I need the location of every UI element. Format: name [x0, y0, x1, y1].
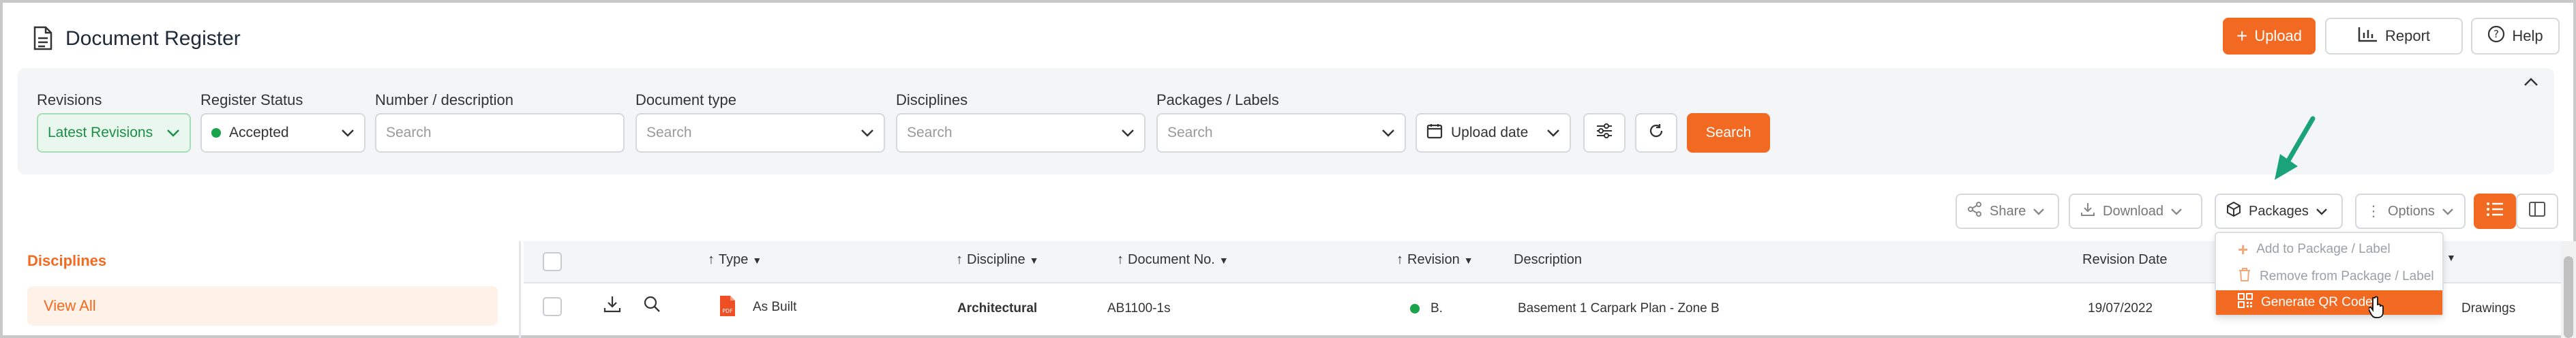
bar-chart-icon	[2358, 26, 2378, 46]
document-type-label: Document type	[635, 91, 736, 108]
download-button[interactable]: Download	[2069, 194, 2202, 229]
packages-button[interactable]: Packages	[2215, 194, 2343, 229]
column-discipline[interactable]: ↑ Discipline ▼	[956, 252, 1038, 268]
sort-arrow-icon: ↑	[1396, 252, 1403, 267]
calendar-icon	[1426, 123, 1443, 143]
menu-item-add-to-package[interactable]: + Add to Package / Label	[2216, 237, 2442, 262]
share-icon	[1966, 201, 1983, 221]
register-status-label: Register Status	[200, 91, 303, 108]
split-view-toggle[interactable]	[2516, 194, 2558, 229]
list-view-toggle[interactable]	[2474, 194, 2516, 229]
packages-labels-select[interactable]: Search	[1156, 113, 1406, 153]
list-icon	[2486, 202, 2504, 221]
column-revision-date[interactable]: Revision Date	[2082, 252, 2168, 268]
cell-description: Basement 1 Carpark Plan - Zone B	[1518, 301, 1720, 316]
pdf-file-icon: PDF	[719, 294, 736, 321]
collapse-icon[interactable]	[2523, 76, 2539, 91]
caret-down-icon: ▼	[1463, 254, 1473, 266]
refresh-icon	[1647, 122, 1665, 144]
caret-down-icon: ▼	[752, 254, 762, 266]
cell-revision-date: 19/07/2022	[2088, 301, 2153, 316]
number-description-label: Number / description	[375, 91, 513, 108]
column-revision[interactable]: ↑ Revision ▼	[1396, 252, 1473, 268]
trash-icon	[2238, 267, 2251, 286]
chevron-down-icon	[2442, 204, 2454, 219]
packages-dropdown-menu: + Add to Package / Label Remove from Pac…	[2215, 232, 2444, 316]
chevron-down-icon	[2316, 204, 2328, 219]
revision-status-dot-icon	[1410, 304, 1420, 313]
caret-down-icon: ▼	[2446, 252, 2456, 263]
svg-text:PDF: PDF	[722, 308, 733, 314]
split-panel-icon	[2528, 201, 2546, 221]
advanced-filters-button[interactable]	[1583, 113, 1626, 153]
document-icon	[33, 26, 53, 50]
options-button[interactable]: ⋮ Options	[2355, 194, 2466, 229]
chevron-down-icon	[341, 129, 355, 137]
report-button[interactable]: Report	[2325, 18, 2463, 55]
download-icon[interactable]	[603, 294, 622, 317]
menu-item-generate-qr-code[interactable]: Generate QR Code	[2216, 290, 2442, 315]
reset-filters-button[interactable]	[1635, 113, 1677, 153]
scrollbar-thumb[interactable]	[2564, 256, 2573, 338]
packages-labels-label: Packages / Labels	[1156, 91, 1279, 108]
status-dot-icon	[211, 128, 221, 138]
sort-arrow-icon: ↑	[1117, 252, 1124, 267]
chevron-down-icon	[1381, 129, 1395, 137]
column-type[interactable]: ↑ Type ▼	[708, 252, 762, 268]
search-button[interactable]: Search	[1687, 113, 1770, 153]
caret-down-icon: ▼	[1218, 254, 1229, 266]
chevron-down-icon	[2033, 204, 2045, 219]
upload-date-select[interactable]: Upload date	[1416, 113, 1571, 153]
disciplines-select[interactable]: Search	[896, 113, 1145, 153]
column-document-no[interactable]: ↑ Document No. ▼	[1117, 252, 1229, 268]
download-icon	[2080, 201, 2096, 221]
qr-code-icon	[2238, 293, 2253, 312]
sidebar-item-view-all[interactable]: View All	[27, 286, 498, 326]
page-title: Document Register	[65, 27, 241, 50]
chevron-down-icon	[860, 129, 874, 137]
kebab-menu-icon: ⋮	[2366, 202, 2381, 219]
cell-revision: B.	[1431, 301, 1443, 316]
help-circle-icon: ?	[2487, 25, 2505, 47]
plus-icon: +	[2238, 239, 2249, 260]
chevron-down-icon	[2170, 204, 2183, 219]
chevron-down-icon	[166, 129, 180, 137]
sort-arrow-icon: ↑	[956, 252, 963, 267]
row-checkbox[interactable]	[543, 297, 562, 316]
select-all-checkbox[interactable]	[543, 252, 562, 271]
cell-discipline: Architectural	[957, 301, 1038, 316]
register-status-select[interactable]: Accepted	[200, 113, 365, 153]
chevron-down-icon	[1546, 129, 1560, 137]
share-button[interactable]: Share	[1956, 194, 2059, 229]
caret-down-icon: ▼	[1029, 254, 1039, 266]
sidebar-title: Disciplines	[27, 252, 107, 269]
upload-button[interactable]: + Upload	[2223, 18, 2316, 55]
svg-text:?: ?	[2493, 28, 2499, 40]
chevron-down-icon	[1121, 129, 1135, 137]
cell-package: Drawings	[2461, 301, 2516, 316]
cell-type: As Built	[753, 300, 797, 314]
search-icon[interactable]	[642, 294, 661, 317]
column-description[interactable]: Description	[1514, 252, 1582, 268]
hand-cursor-icon	[2367, 296, 2386, 322]
menu-item-remove-from-package[interactable]: Remove from Package / Label	[2216, 264, 2442, 289]
column-package-caret[interactable]: ▼	[2446, 252, 2456, 263]
revisions-select[interactable]: Latest Revisions	[37, 113, 191, 153]
cell-document-no[interactable]: AB1100-1s	[1107, 301, 1171, 316]
pointer-arrow-icon	[2265, 114, 2320, 186]
help-button[interactable]: ? Help	[2471, 18, 2560, 55]
disciplines-label: Disciplines	[896, 91, 968, 108]
sliders-icon	[1596, 123, 1613, 143]
document-type-select[interactable]: Search	[635, 113, 885, 153]
plus-icon: +	[2236, 25, 2248, 46]
number-description-input[interactable]: Search	[375, 113, 625, 153]
sort-arrow-icon: ↑	[708, 252, 715, 267]
package-box-icon	[2226, 201, 2242, 221]
revisions-label: Revisions	[37, 91, 102, 108]
